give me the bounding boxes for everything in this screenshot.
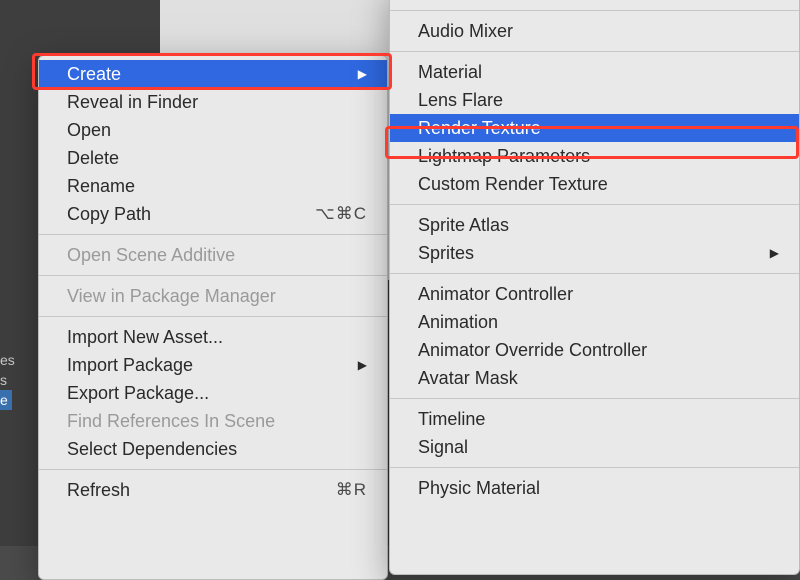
menu-item-copy-path[interactable]: Copy Path ⌥⌘C [39,200,387,228]
menu-separator [39,469,387,470]
menu-item-sprites[interactable]: Sprites ▶ [390,239,799,267]
menu-item-label: Select Dependencies [67,437,237,461]
shortcut-label: ⌘R [336,478,367,502]
menu-item-label: Render Texture [418,116,541,140]
menu-separator [39,316,387,317]
menu-separator [390,51,799,52]
menu-item-animator-controller[interactable]: Animator Controller [390,280,799,308]
menu-item-label: Open Scene Additive [67,243,235,267]
menu-item-label: Open [67,118,111,142]
menu-separator [390,273,799,274]
menu-item-label: Sprites [418,241,474,265]
menu-item-lens-flare[interactable]: Lens Flare [390,86,799,114]
menu-item-label: Rename [67,174,135,198]
menu-separator [390,10,799,11]
menu-item-animator-override-controller[interactable]: Animator Override Controller [390,336,799,364]
menu-item-open-scene-additive: Open Scene Additive [39,241,387,269]
menu-item-material[interactable]: Material [390,58,799,86]
menu-item-audio-mixer[interactable]: Audio Mixer [390,17,799,45]
submenu-arrow-icon: ▶ [770,241,779,265]
menu-item-label: Physic Material [418,476,540,500]
menu-item-label: Signal [418,435,468,459]
shortcut-label: ⌥⌘C [315,202,367,226]
menu-item-signal[interactable]: Signal [390,433,799,461]
menu-separator [390,467,799,468]
submenu-arrow-icon: ▶ [358,353,367,377]
menu-item-refresh[interactable]: Refresh ⌘R [39,476,387,504]
menu-item-open[interactable]: Open [39,116,387,144]
menu-item-rename[interactable]: Rename [39,172,387,200]
menu-item-label: View in Package Manager [67,284,276,308]
menu-item-label: Timeline [418,407,485,431]
hierarchy-panel-fragment: es s e [0,350,20,410]
menu-item-label: Avatar Mask [418,366,518,390]
menu-item-label: Lightmap Parameters [418,144,590,168]
menu-separator [390,204,799,205]
menu-item-label: Material [418,60,482,84]
menu-item-reveal-in-finder[interactable]: Reveal in Finder [39,88,387,116]
menu-separator [390,398,799,399]
menu-item-lightmap-parameters[interactable]: Lightmap Parameters [390,142,799,170]
menu-item-label: Copy Path [67,202,151,226]
menu-item-animation[interactable]: Animation [390,308,799,336]
menu-item-delete[interactable]: Delete [39,144,387,172]
menu-item-label: Animation [418,310,498,334]
menu-item-label: Find References In Scene [67,409,275,433]
menu-item-import-package[interactable]: Import Package ▶ [39,351,387,379]
menu-item-label: Export Package... [67,381,209,405]
menu-item-select-dependencies[interactable]: Select Dependencies [39,435,387,463]
context-menu-create-submenu: Audio Mixer Material Lens Flare Render T… [389,0,800,575]
menu-item-label: Reveal in Finder [67,90,198,114]
menu-item-label: Refresh [67,478,130,502]
context-menu-primary: Create ▶ Reveal in Finder Open Delete Re… [38,55,388,580]
menu-item-label: Delete [67,146,119,170]
menu-item-sprite-atlas[interactable]: Sprite Atlas [390,211,799,239]
menu-item-find-references: Find References In Scene [39,407,387,435]
menu-item-view-package-manager: View in Package Manager [39,282,387,310]
menu-item-avatar-mask[interactable]: Avatar Mask [390,364,799,392]
menu-item-label: Sprite Atlas [418,213,509,237]
menu-item-label: Animator Controller [418,282,573,306]
menu-item-label: Create [67,62,121,86]
menu-item-label: Lens Flare [418,88,503,112]
menu-item-label: Import New Asset... [67,325,223,349]
submenu-arrow-icon: ▶ [358,62,367,86]
menu-item-create[interactable]: Create ▶ [39,60,387,88]
menu-item-timeline[interactable]: Timeline [390,405,799,433]
menu-item-import-new-asset[interactable]: Import New Asset... [39,323,387,351]
menu-item-label: Import Package [67,353,193,377]
menu-item-physic-material[interactable]: Physic Material [390,474,799,502]
menu-item-render-texture[interactable]: Render Texture [390,114,799,142]
menu-item-label: Custom Render Texture [418,172,608,196]
menu-separator [39,275,387,276]
menu-item-export-package[interactable]: Export Package... [39,379,387,407]
menu-item-label: Animator Override Controller [418,338,647,362]
menu-item-custom-render-texture[interactable]: Custom Render Texture [390,170,799,198]
menu-item-label: Audio Mixer [418,19,513,43]
menu-separator [39,234,387,235]
